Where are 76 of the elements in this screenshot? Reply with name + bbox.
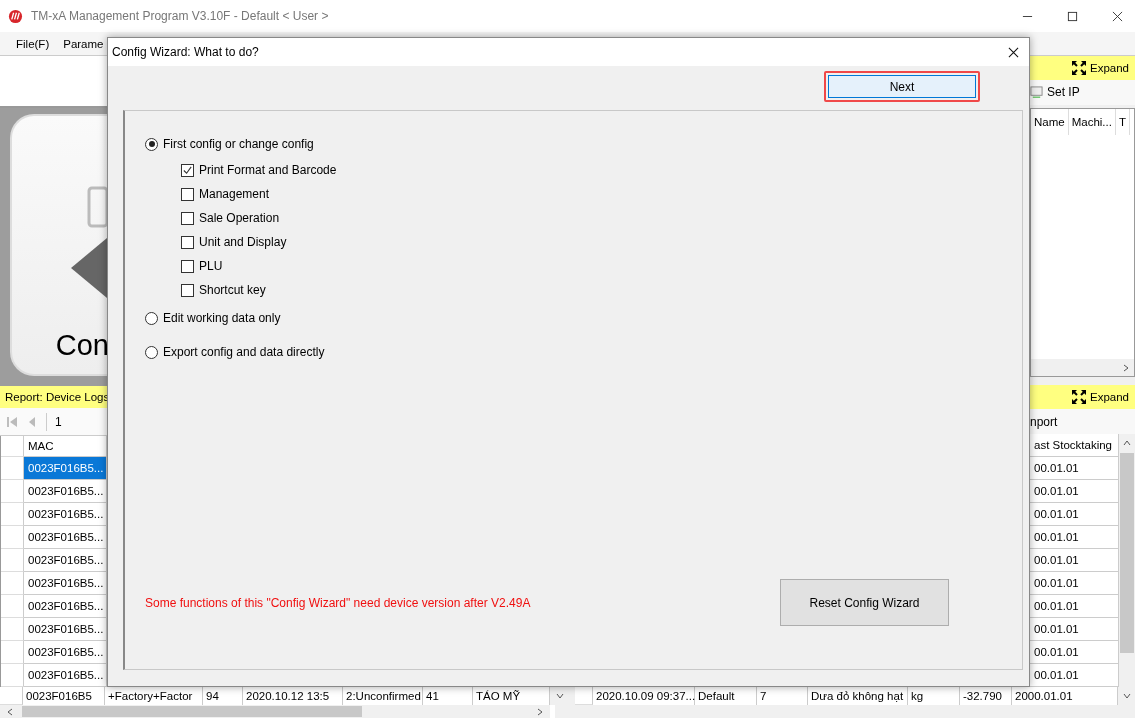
scroll-right-icon[interactable] [536,707,544,716]
table-cell: 00.01.01 [1030,572,1119,595]
menu-item[interactable]: Parame [63,37,104,50]
expand-icon[interactable] [1071,59,1087,76]
radio-button[interactable] [145,345,158,359]
scroll-up-icon[interactable] [1123,439,1131,447]
table-cell: 00.01.01 [1030,641,1119,664]
scroll-right-icon[interactable] [1122,363,1130,372]
checkbox-label[interactable]: Sale Operation [199,211,280,225]
column-header[interactable]: Name [1031,108,1069,135]
warning-text: Some functions of this "Config Wizard" need device version after V2.49A [145,595,531,610]
checkbox-label[interactable]: PLU [199,259,223,273]
checkbox[interactable] [181,259,194,273]
expand-icon[interactable] [1071,389,1087,406]
scrollbar[interactable] [0,705,550,718]
column-header[interactable]: T [1115,108,1130,135]
checkbox-label[interactable]: Unit and Display [199,235,287,249]
app-logo-icon [8,8,23,24]
option-label[interactable]: Export config and data directly [163,345,325,359]
table-cell[interactable]: 0023F016B5... [24,664,107,687]
table-cell: 00.01.01 [1030,618,1119,641]
table-cell: 00.01.01 [1030,595,1119,618]
table-cell[interactable]: 0023F016B5... [24,549,107,572]
checkbox[interactable] [181,163,194,177]
scroll-down-icon[interactable] [1122,692,1131,700]
option-label[interactable]: Edit working data only [163,311,281,325]
expand-label[interactable]: Expand [1090,391,1129,404]
checkbox-label[interactable]: Management [199,187,270,201]
table-cell[interactable]: 0023F016B5... [24,480,107,503]
table-cell: 00.01.01 [1030,664,1119,687]
column-header[interactable]: ast Stocktaking [1030,434,1119,457]
table-cell[interactable]: 0023F016B5... [24,595,107,618]
radio-button[interactable] [145,137,158,151]
scrollbar[interactable] [555,705,1135,718]
scrollbar-thumb[interactable] [22,706,362,717]
reset-button[interactable]: Reset Config Wizard [780,579,949,626]
scrollbar[interactable] [1119,434,1135,687]
checkbox[interactable] [181,283,194,297]
card-title: Con [55,329,109,362]
maximize-icon[interactable] [1067,10,1078,22]
checkbox-label[interactable]: Print Format and Barcode [199,163,337,177]
table-cell: 00.01.01 [1030,549,1119,572]
function-card[interactable]: Con [10,114,107,376]
column-header[interactable]: MAC [24,436,107,457]
option-label[interactable]: First config or change config [163,137,314,151]
table-cell[interactable]: 0023F016B5... [24,457,107,480]
table-cell: 00.01.01 [1030,526,1119,549]
table-cell: 00.01.01 [1030,457,1119,480]
checkbox[interactable] [181,235,194,249]
set-ip-button[interactable]: Set IP [1047,85,1080,100]
table-cell[interactable]: 0023F016B5... [24,526,107,549]
dialog-title: Config Wizard: What to do? [112,45,259,59]
table-cell: 00.01.01 [1030,503,1119,526]
next-button[interactable]: Next [828,75,976,98]
scrollbar-thumb[interactable] [1120,453,1134,653]
close-icon[interactable] [1112,10,1123,22]
close-icon[interactable] [1008,46,1019,58]
table-cell[interactable]: 0023F016B5... [24,572,107,595]
table-cell[interactable]: 0023F016B5... [24,503,107,526]
column-header[interactable]: Machi... [1068,108,1116,135]
import-button[interactable]: nport [1030,414,1058,429]
table-cell: 00.01.01 [1030,480,1119,503]
checkbox[interactable] [181,211,194,225]
checkbox[interactable] [181,187,194,201]
table-cell[interactable]: 0023F016B5... [24,641,107,664]
window-title: TM-xA Management Program V3.10F - Default < User > [31,9,329,23]
expand-label[interactable]: Expand [1090,61,1129,74]
menu-item[interactable]: File(F) [16,37,50,50]
scroll-down-icon[interactable] [556,692,564,700]
checkbox-label[interactable]: Shortcut key [199,283,266,297]
network-icon[interactable] [1030,85,1043,99]
radio-button[interactable] [145,311,158,325]
page-number: 1 [55,414,62,429]
table-cell[interactable]: 0023F016B5... [24,618,107,641]
scrollbar[interactable] [1031,359,1134,377]
scroll-left-icon[interactable] [6,707,14,716]
